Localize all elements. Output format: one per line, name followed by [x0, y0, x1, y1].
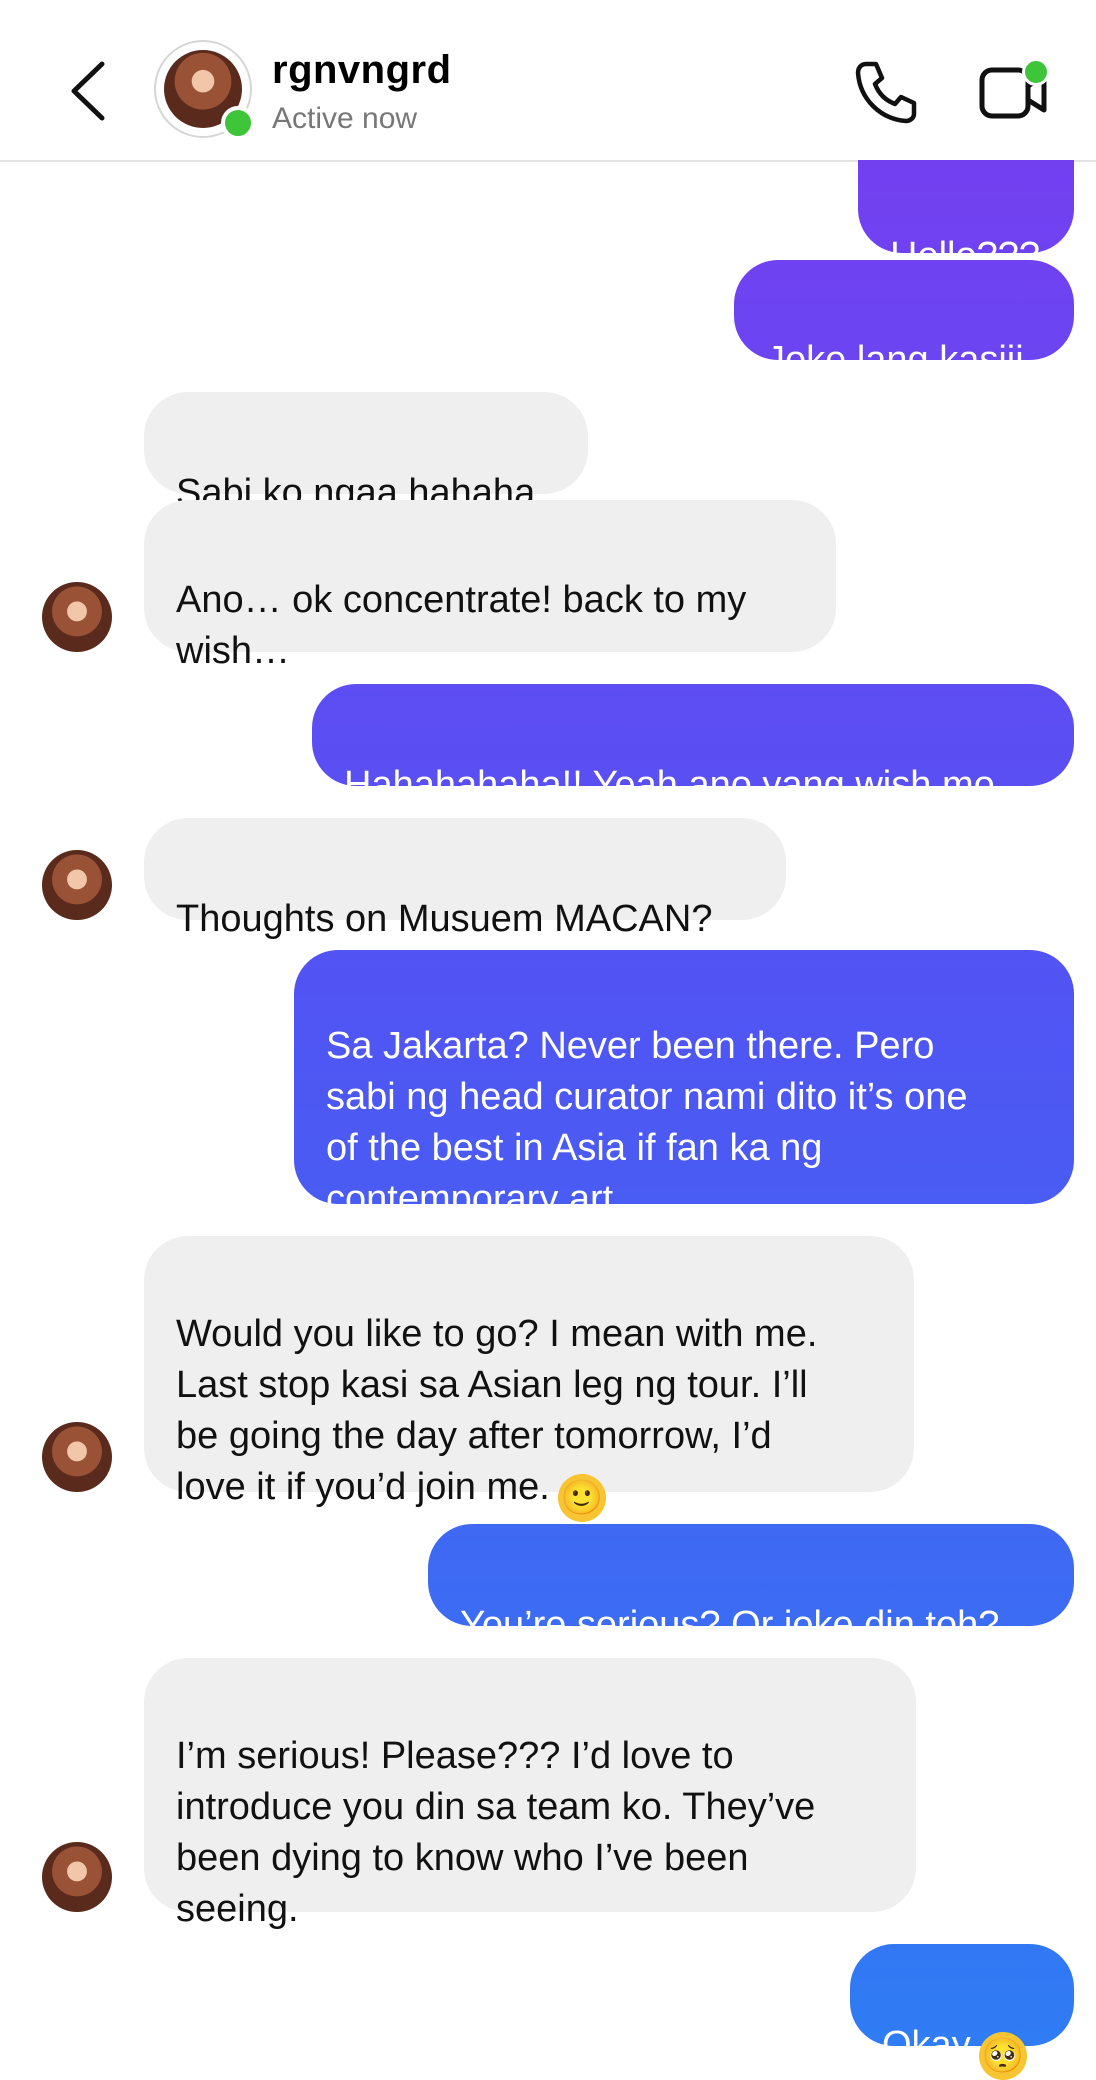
message-text: Ano… ok concentrate! back to my wish… — [176, 579, 747, 672]
message-incoming[interactable]: Sabi ko ngaa hahaha — [144, 392, 588, 514]
message-text: Hahahahaha!! Yeah ano yang wish mo — [344, 764, 995, 806]
message-text: Thoughts on Musuem MACAN? — [176, 898, 713, 940]
message-outgoing[interactable]: Okay 🥺 — [850, 1944, 1074, 2080]
message-outgoing[interactable]: Joke lang kasiii — [734, 260, 1074, 381]
sender-avatar[interactable] — [42, 582, 112, 652]
message-text: You’re serious? Or joke din toh? — [460, 1604, 1000, 1646]
message-incoming[interactable]: Ano… ok concentrate! back to my wish… — [144, 500, 836, 672]
video-active-dot — [1022, 58, 1050, 86]
message-incoming[interactable]: Would you like to go? I mean with me. La… — [144, 1236, 914, 1522]
chat-header: rgnvngrd Active now — [0, 0, 1096, 162]
online-indicator — [221, 106, 255, 140]
sender-avatar[interactable] — [42, 1842, 112, 1912]
chevron-left-icon[interactable] — [62, 56, 122, 126]
pleading-face-emoji-icon: 🥺 — [978, 2032, 1027, 2080]
message-outgoing[interactable]: Hahahahaha!! Yeah ano yang wish mo — [312, 684, 1074, 806]
message-outgoing[interactable]: You’re serious? Or joke din toh? — [428, 1524, 1074, 1646]
sender-avatar[interactable] — [42, 1422, 112, 1492]
message-incoming[interactable]: Thoughts on Musuem MACAN? — [144, 818, 786, 940]
message-outgoing[interactable]: Hello??? — [858, 160, 1074, 277]
active-status: Active now — [272, 102, 418, 135]
message-outgoing[interactable]: Sa Jakarta? Never been there. Pero sabi … — [294, 950, 1074, 1220]
message-text: Sa Jakarta? Never been there. Pero sabi … — [326, 1025, 968, 1220]
message-text: Okay — [882, 2024, 971, 2066]
smiling-face-emoji-icon: 🙂 — [557, 1474, 606, 1522]
contact-name[interactable]: rgnvngrd — [272, 48, 452, 93]
sender-avatar[interactable] — [42, 850, 112, 920]
message-text: Would you like to go? I mean with me. La… — [176, 1313, 818, 1508]
message-text: Joke lang kasiii — [766, 339, 1024, 381]
message-text: I’m serious! Please??? I’d love to intro… — [176, 1735, 816, 1930]
phone-icon[interactable] — [852, 58, 920, 126]
message-incoming[interactable]: I’m serious! Please??? I’d love to intro… — [144, 1658, 916, 1930]
